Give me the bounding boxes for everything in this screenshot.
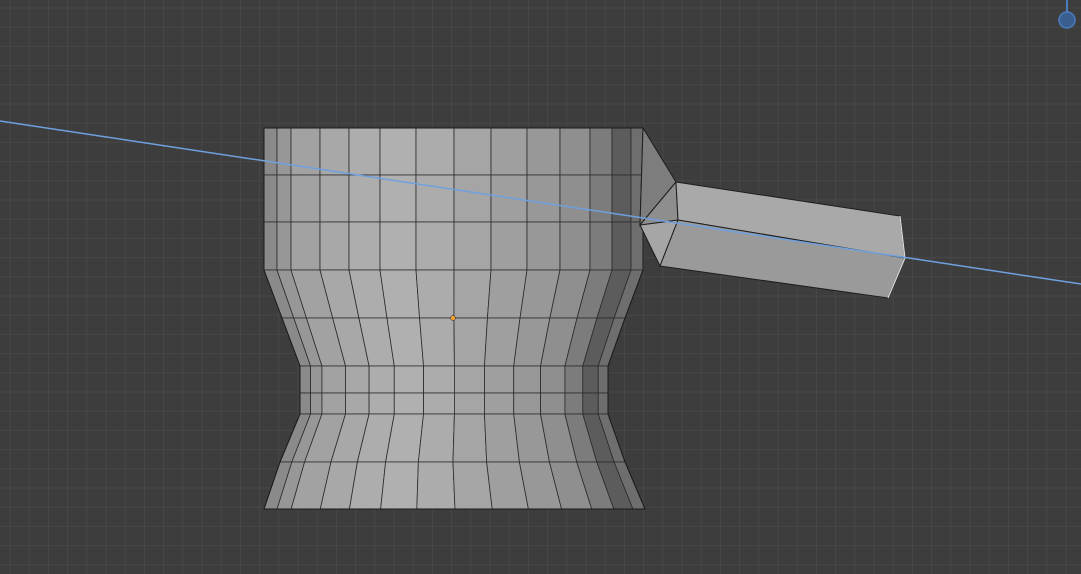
mesh-face [582,392,599,415]
mesh-face [393,365,424,394]
mesh-face [321,392,346,415]
mesh-face [299,392,311,415]
mesh-face [310,392,323,415]
mesh-handle[interactable] [638,126,906,299]
mesh-face [513,365,541,394]
mesh-face [310,365,323,394]
mesh-face [453,127,492,176]
mesh-face [611,221,632,271]
mesh-face [380,461,419,510]
mesh-face [415,221,455,271]
mesh-face [423,365,455,394]
mesh-face [453,174,492,223]
mesh-face [319,174,350,223]
mesh-face [345,392,370,415]
mesh-face [490,221,528,271]
mesh-face [319,221,350,271]
mesh-face [526,127,561,176]
mesh-face [393,392,424,415]
mesh-face [453,269,492,319]
mesh-face [540,365,566,394]
mesh-face [415,269,455,319]
mesh-face [589,221,613,271]
mesh-face [379,221,417,271]
mesh-face [290,174,321,223]
mesh-face [490,127,528,176]
mesh-face [453,221,492,271]
mesh-face [564,392,584,415]
object-origin-dot[interactable] [450,315,456,321]
mesh-face [276,221,292,271]
mesh-face [299,365,311,394]
mesh-face [452,461,493,510]
navigation-gizmo[interactable] [1058,0,1076,29]
mesh-face [630,127,644,176]
mesh-face [589,174,613,223]
mesh-face [379,269,420,319]
mesh-face [559,174,591,223]
mesh-face [630,221,644,271]
mesh-face [416,461,456,510]
mesh-face [423,392,455,415]
mesh-face [276,127,292,176]
3d-viewport[interactable] [0,0,1081,574]
mesh-face [484,392,515,415]
mesh-face [454,365,485,394]
mesh-face [484,365,515,394]
mesh-face [597,392,609,415]
mesh-face [452,413,488,463]
mesh-face [597,365,609,394]
mesh-face [379,127,417,176]
mesh-face [611,127,632,176]
mesh-face [415,127,455,176]
mesh-face [368,365,395,394]
mesh-face [540,392,566,415]
mesh-face [276,174,292,223]
mesh-face [484,413,520,463]
mesh-face [348,221,381,271]
mesh-face [379,174,417,223]
mesh-face [348,127,381,176]
mesh-face [415,174,455,223]
mesh-face [263,127,278,176]
mesh-face [321,365,346,394]
mesh-face [368,392,395,415]
mesh-face [454,392,485,415]
viewport-canvas[interactable] [0,0,1081,574]
mesh-face [564,365,584,394]
mesh-face [345,365,370,394]
mesh-face [290,221,321,271]
mesh-face [453,317,488,367]
mesh-face [582,365,599,394]
mesh-face [417,413,455,463]
mesh-face [348,174,381,223]
mesh-face [319,127,350,176]
mesh-face [589,127,613,176]
mesh-face [513,392,541,415]
mesh-face [419,317,455,367]
mesh-face [263,221,278,271]
mesh-face [263,174,278,223]
mesh-face [526,221,561,271]
mesh-face [526,174,561,223]
mesh-face [559,127,591,176]
mesh-face [559,221,591,271]
gizmo-axis-handle[interactable] [1058,11,1076,29]
